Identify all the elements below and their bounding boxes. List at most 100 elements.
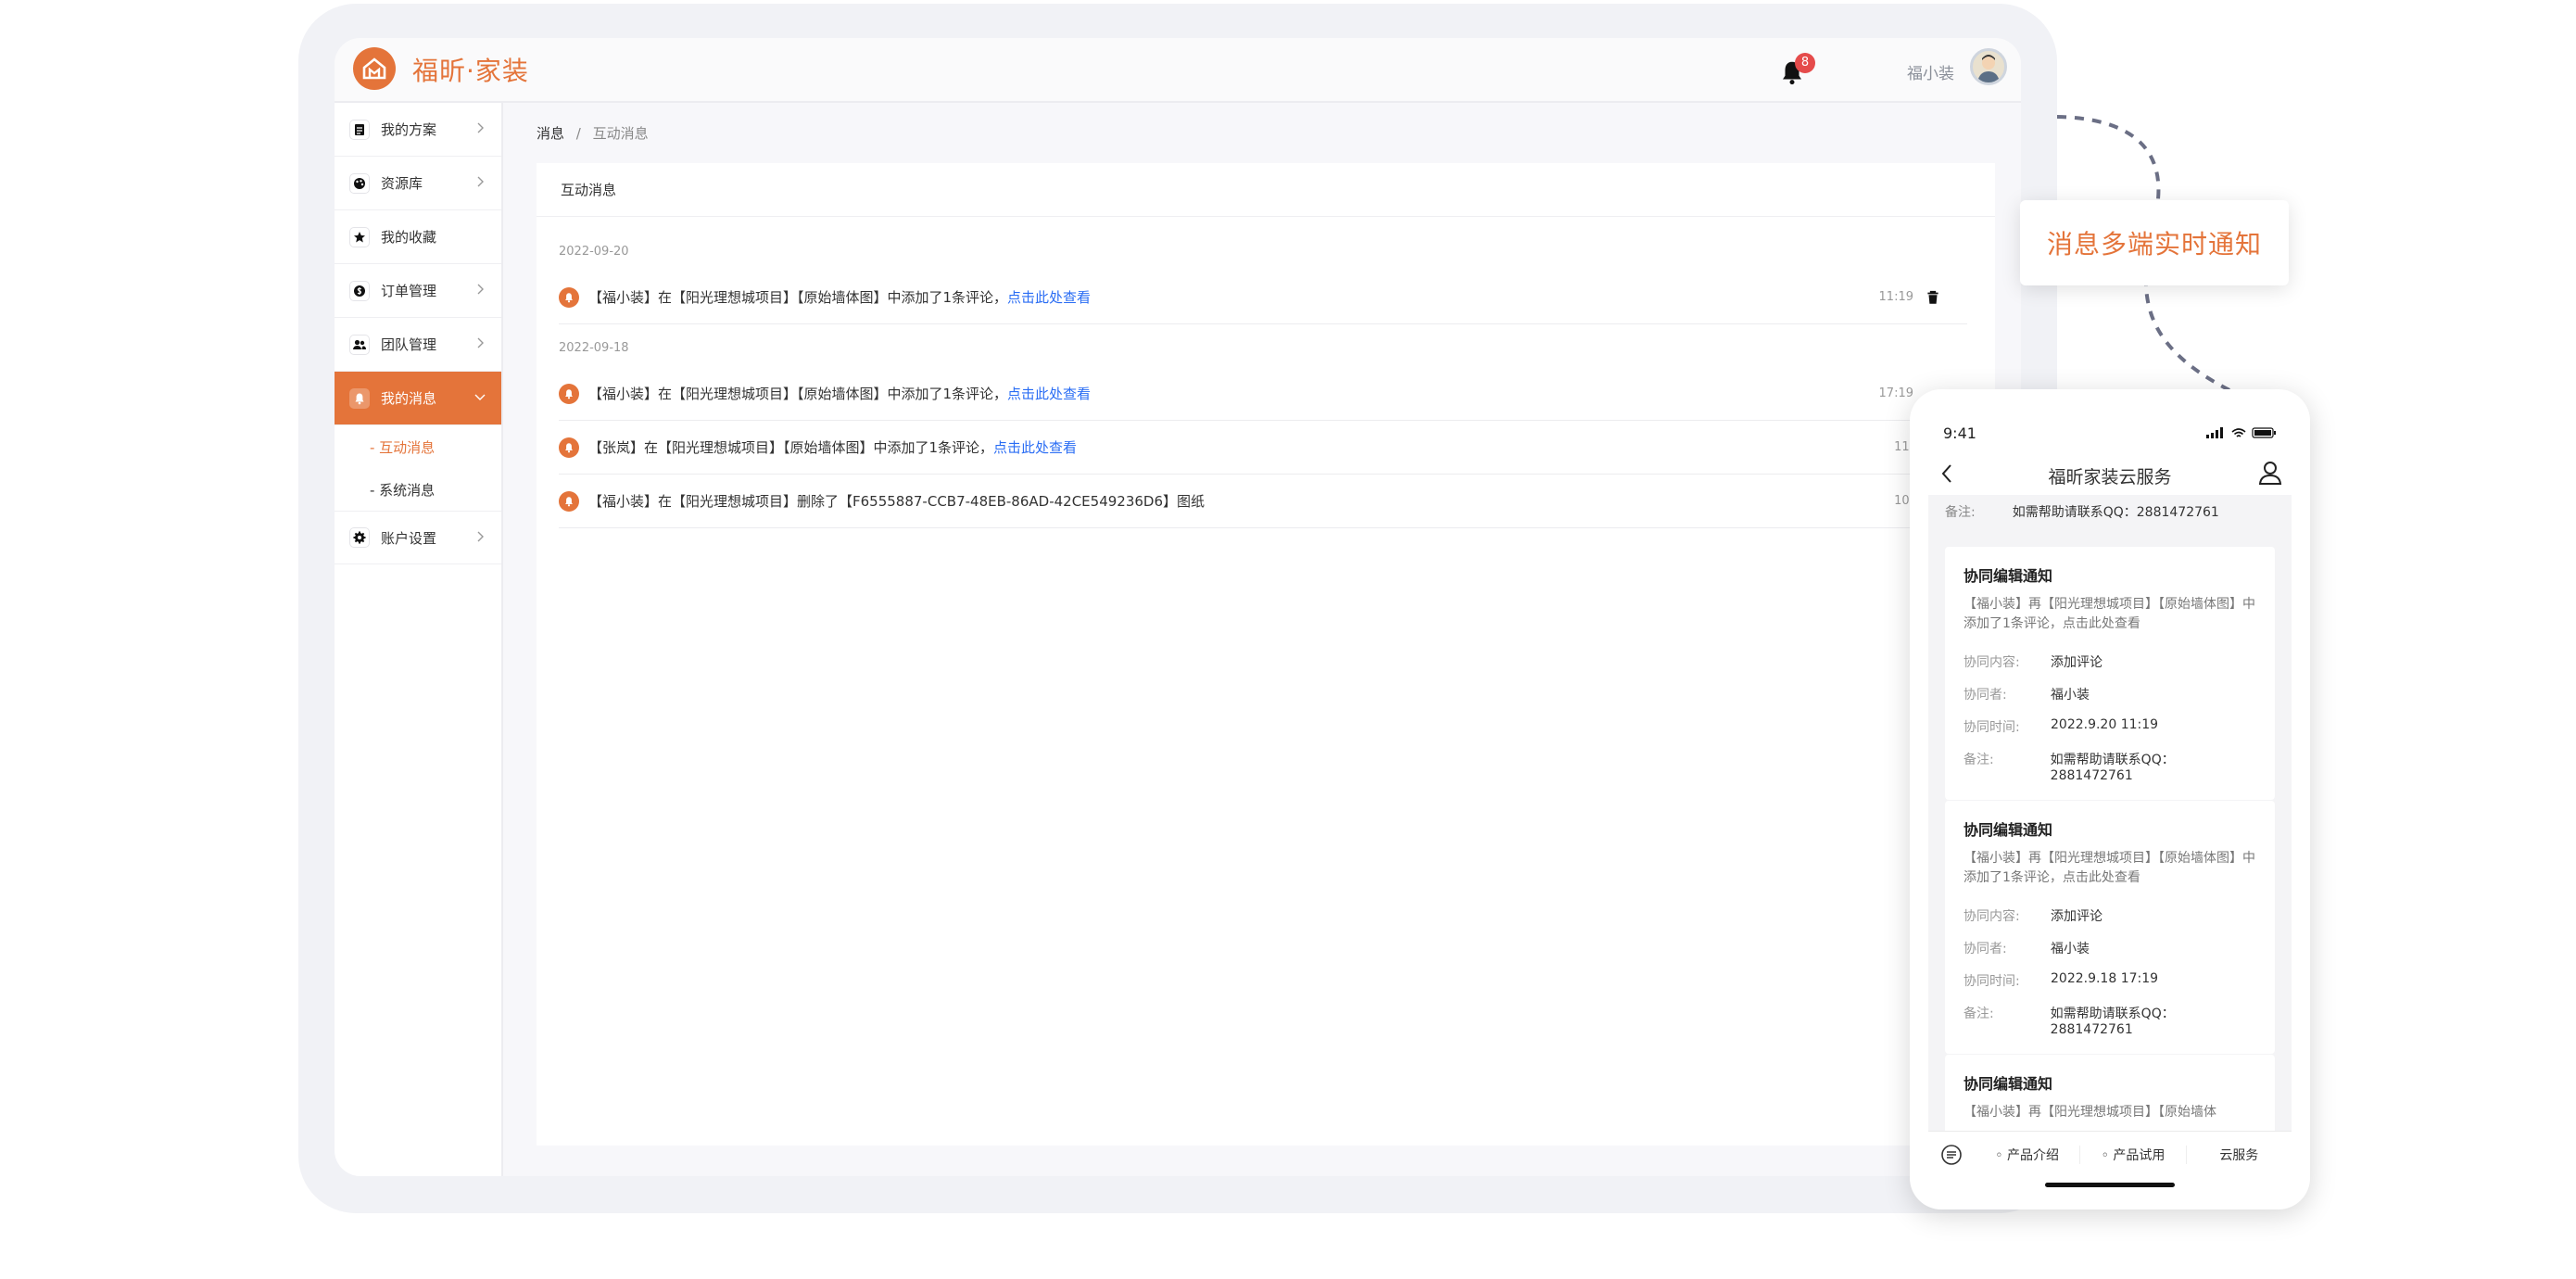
dollar-icon <box>349 280 370 301</box>
message-bell-icon <box>559 490 579 512</box>
card-row: 备注: 如需帮助请联系QQ：2881472761 <box>1964 1004 2256 1037</box>
card-key: 备注: <box>1964 1007 1994 1021</box>
trash-icon[interactable] <box>1925 289 1941 306</box>
card-row: 协同内容: 添加评论 <box>1964 652 2256 671</box>
feature-callout: 消息多端实时通知 <box>2020 200 2289 285</box>
message-text: 【福小装】在【阳光理想城项目】【原始墙体图】中添加了1条评论， <box>588 289 1008 306</box>
message-view-link[interactable]: 点击此处查看 <box>993 437 1077 457</box>
sidebar-item-messages[interactable]: 我的消息 <box>335 372 501 425</box>
card-title: 协同编辑通知 <box>1964 1075 2053 1093</box>
bell-icon <box>349 387 370 409</box>
message-bell-icon <box>559 437 579 458</box>
chevron-right-icon <box>477 337 484 348</box>
sidebar-item-resources[interactable]: 资源库 <box>335 157 501 210</box>
card-title: 协同编辑通知 <box>1964 821 2053 839</box>
top-bar: 福昕·家装 8 福小装 <box>335 38 2021 103</box>
phone-status-time: 9:41 <box>1943 424 1976 442</box>
card-key: 协同内容: <box>1964 909 2020 924</box>
card-value: 福小装 <box>2051 942 2090 956</box>
sidebar-item-favorites[interactable]: 我的收藏 <box>335 210 501 264</box>
phone-page-title: 福昕家装云服务 <box>2048 467 2172 488</box>
card-key: 协同者: <box>1964 688 2007 703</box>
card-row: 协同者: 福小装 <box>1964 939 2256 957</box>
card-key: 备注: <box>1964 753 1994 767</box>
message-text: 【张岚】在【阳光理想城项目】【原始墙体图】中添加了1条评论， <box>588 439 994 456</box>
card-value: 2022.9.18 17:19 <box>2051 971 2159 986</box>
card-row: 协同时间: 2022.9.18 17:19 <box>1964 971 2256 990</box>
message-bell-icon <box>559 286 579 308</box>
note-row: 备注: 如需帮助请联系QQ：2881472761 <box>1945 502 2219 521</box>
sidebar-item-account-settings[interactable]: 账户设置 <box>335 511 501 564</box>
sidebar-subitem-system-messages[interactable]: - 系统消息 <box>335 468 501 511</box>
sidebar-item-label: 我的方案 <box>381 121 437 138</box>
sidebar-item-team[interactable]: 团队管理 <box>335 318 501 372</box>
panel-title: 互动消息 <box>537 163 1995 217</box>
card-value: 2022.9.20 11:19 <box>2051 717 2159 732</box>
gear-icon <box>349 527 370 548</box>
card-row: 协同者: 福小装 <box>1964 685 2256 703</box>
card-description: 【福小装】再【阳光理想城项目】【原始墙体图】中添加了1条评论，点击此处查看 <box>1964 597 2255 631</box>
chevron-right-icon <box>477 531 484 542</box>
notification-list: 备注: 如需帮助请联系QQ：2881472761 协同编辑通知 【福小装】再【阳光… <box>1928 495 2292 1131</box>
message-row: 【福小装】在【阳光理想城项目】删除了【F6555887-CCB7-48EB-86… <box>559 475 1967 528</box>
sidebar-item-label: 团队管理 <box>381 336 437 353</box>
star-icon <box>349 226 370 247</box>
brand-logo-icon[interactable] <box>353 47 396 90</box>
sidebar-subitem-interactive-messages[interactable]: - 互动消息 <box>335 425 501 468</box>
card-row: 协同内容: 添加评论 <box>1964 906 2256 925</box>
user-name[interactable]: 福小装 <box>1907 60 1954 83</box>
tab-product-trial[interactable]: ◦ 产品试用 <box>2079 1145 2185 1164</box>
sidebar-item-label: 资源库 <box>381 175 423 192</box>
message-time: 17:19 <box>1878 386 1913 400</box>
card-key: 协同时间: <box>1964 974 2020 989</box>
sidebar-item-plans[interactable]: 我的方案 <box>335 103 501 157</box>
card-key: 协同者: <box>1964 942 2007 956</box>
card-value: 如需帮助请联系QQ：2881472761 <box>2050 753 2175 783</box>
date-group-label: 2022-09-20 <box>559 245 629 259</box>
sidebar-item-label: 订单管理 <box>381 283 437 299</box>
chevron-right-icon <box>477 284 484 295</box>
stage: 福昕·家装 8 福小装 我的方案 资源库 我的收藏 订单管理 团队管理 我的消息… <box>0 0 2576 1279</box>
message-view-link[interactable]: 点击此处查看 <box>1007 287 1091 307</box>
sidebar-item-label: 账户设置 <box>381 529 437 547</box>
card-description: 【福小装】再【阳光理想城项目】【原始墙体图】中添加了1条评论，点击此处查看 <box>1964 851 2255 885</box>
phone-mockup: 9:41 福昕家装云服务 备注: 如需帮助请联系QQ：2881472761 协同编… <box>1910 389 2310 1209</box>
card-key: 协同内容: <box>1964 655 2020 670</box>
note-value: 如需帮助请联系QQ：2881472761 <box>2012 505 2219 520</box>
message-row: 【福小装】在【阳光理想城项目】【原始墙体图】中添加了1条评论， 点击此处查看 1… <box>559 271 1967 324</box>
sidebar-item-label: 我的消息 <box>381 390 437 407</box>
tab-product-intro[interactable]: ◦ 产品介绍 <box>1975 1146 2079 1164</box>
card-value: 添加评论 <box>2051 655 2102 670</box>
chevron-down-icon <box>474 394 486 400</box>
message-row: 【福小装】在【阳光理想城项目】【原始墙体图】中添加了1条评论， 点击此处查看 1… <box>559 367 1967 421</box>
keyboard-icon[interactable] <box>1928 1132 1975 1178</box>
message-view-link[interactable]: 点击此处查看 <box>1007 384 1091 403</box>
team-icon <box>349 334 370 355</box>
note-key: 备注: <box>1945 505 1976 520</box>
notification-card[interactable]: 协同编辑通知 【福小装】再【阳光理想城项目】【原始墙体 <box>1945 1055 2275 1131</box>
card-key: 协同时间: <box>1964 720 2020 735</box>
sidebar: 我的方案 资源库 我的收藏 订单管理 团队管理 我的消息 - 互动消息 - 系统… <box>335 103 503 1176</box>
notification-card[interactable]: 协同编辑通知 【福小装】再【阳光理想城项目】【原始墙体图】中添加了1条评论，点击… <box>1945 547 2275 800</box>
phone-tab-bar: ◦ 产品介绍 ◦ 产品试用 云服务 <box>1928 1131 2292 1177</box>
desktop-app: 福昕·家装 8 福小装 我的方案 资源库 我的收藏 订单管理 团队管理 我的消息… <box>335 38 2021 1176</box>
brand-name: 福昕·家装 <box>412 56 529 86</box>
card-description: 【福小装】再【阳光理想城项目】【原始墙体 <box>1964 1105 2216 1120</box>
date-group-label: 2022-09-18 <box>559 341 629 355</box>
avatar[interactable] <box>1970 48 2007 85</box>
card-title: 协同编辑通知 <box>1964 567 2053 585</box>
status-bar-icons <box>2206 427 2276 438</box>
home-indicator <box>2045 1183 2175 1187</box>
notification-badge: 8 <box>1795 53 1815 73</box>
sidebar-item-orders[interactable]: 订单管理 <box>335 264 501 318</box>
message-text: 【福小装】在【阳光理想城项目】【原始墙体图】中添加了1条评论， <box>588 386 1008 402</box>
chevron-right-icon <box>477 122 484 133</box>
tab-cloud-service[interactable]: 云服务 <box>2185 1145 2292 1164</box>
notification-card[interactable]: 协同编辑通知 【福小装】再【阳光理想城项目】【原始墙体图】中添加了1条评论，点击… <box>1945 801 2275 1054</box>
card-row: 备注: 如需帮助请联系QQ：2881472761 <box>1964 750 2256 783</box>
user-icon[interactable] <box>2258 460 2282 486</box>
card-value: 福小装 <box>2051 688 2090 703</box>
message-text: 【福小装】在【阳光理想城项目】删除了【F6555887-CCB7-48EB-86… <box>588 493 1206 510</box>
breadcrumb-root[interactable]: 消息 <box>537 125 564 142</box>
chevron-right-icon <box>477 176 484 187</box>
